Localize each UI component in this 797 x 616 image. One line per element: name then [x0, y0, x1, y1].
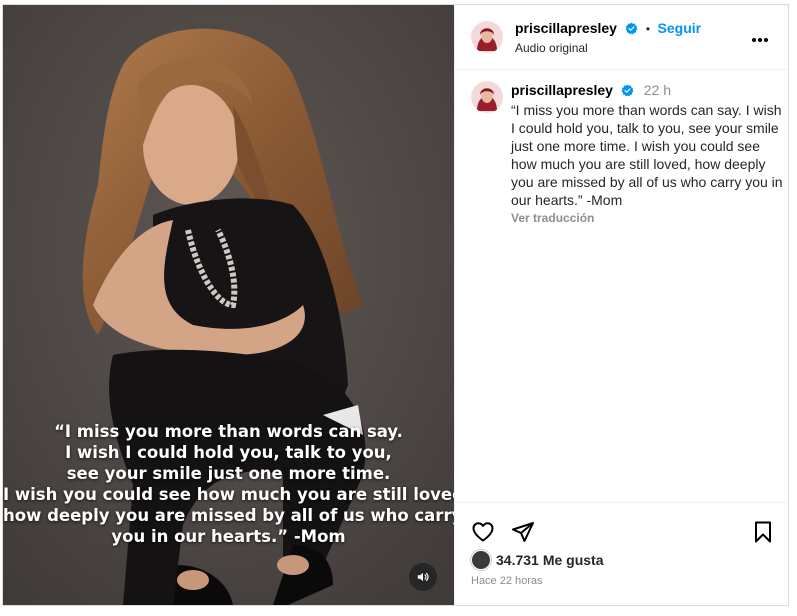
- save-button[interactable]: [751, 520, 775, 549]
- more-options-icon[interactable]: [751, 27, 769, 48]
- caption-time[interactable]: 22 h: [644, 82, 671, 98]
- post-side-panel: priscillapresley • Seguir Audio original: [454, 5, 789, 605]
- speaker-icon: [417, 572, 429, 582]
- caption-avatar[interactable]: [471, 81, 503, 113]
- avatar-image: [471, 81, 503, 113]
- image-caption-overlay: “I miss you more than words can say. I w…: [3, 421, 454, 547]
- overlay-line: see your smile just one more time.: [66, 464, 391, 483]
- paper-plane-icon: [512, 522, 534, 542]
- post-dialog: “I miss you more than words can say. I w…: [2, 4, 789, 606]
- overlay-line: how deeply you are missed by all of us w…: [3, 506, 454, 525]
- audio-link[interactable]: Audio original: [515, 41, 588, 55]
- caption-text: “I miss you more than words can say. I w…: [511, 102, 783, 208]
- overlay-line: you in our hearts.” -Mom: [111, 527, 346, 546]
- post-timestamp[interactable]: Hace 22 horas: [471, 575, 543, 587]
- audio-toggle-button[interactable]: [409, 563, 437, 591]
- username-link[interactable]: priscillapresley: [515, 20, 617, 36]
- caption-body: priscillapresley 22 h “I miss you more t…: [511, 81, 783, 227]
- caption-meta-row: priscillapresley 22 h: [511, 81, 783, 101]
- post-media[interactable]: “I miss you more than words can say. I w…: [3, 5, 454, 605]
- share-button[interactable]: [511, 520, 535, 549]
- likes-count[interactable]: 34.731: [496, 552, 539, 568]
- see-translation-link[interactable]: Ver traducción: [511, 209, 783, 227]
- avatar[interactable]: [471, 21, 503, 53]
- liker-avatar: [471, 550, 491, 570]
- likes-label[interactable]: Me gusta: [543, 552, 604, 568]
- caption-username-link[interactable]: priscillapresley: [511, 82, 613, 98]
- post-header: priscillapresley • Seguir Audio original: [455, 5, 789, 70]
- overlay-line: “I miss you more than words can say.: [54, 422, 403, 441]
- verified-badge-icon: [625, 22, 638, 40]
- verified-badge-icon: [621, 83, 634, 101]
- bookmark-icon: [755, 521, 771, 543]
- heart-icon: [472, 522, 494, 542]
- dot-separator: •: [645, 22, 651, 36]
- likes-row[interactable]: 34.731 Me gusta: [471, 550, 604, 570]
- header-user-row: priscillapresley • Seguir: [515, 20, 701, 40]
- overlay-line: I wish you could see how much you are st…: [3, 485, 454, 504]
- follow-button[interactable]: Seguir: [658, 20, 702, 36]
- overlay-line: I wish I could hold you, talk to you,: [65, 443, 392, 462]
- avatar-image: [471, 21, 503, 53]
- like-button[interactable]: [471, 520, 495, 549]
